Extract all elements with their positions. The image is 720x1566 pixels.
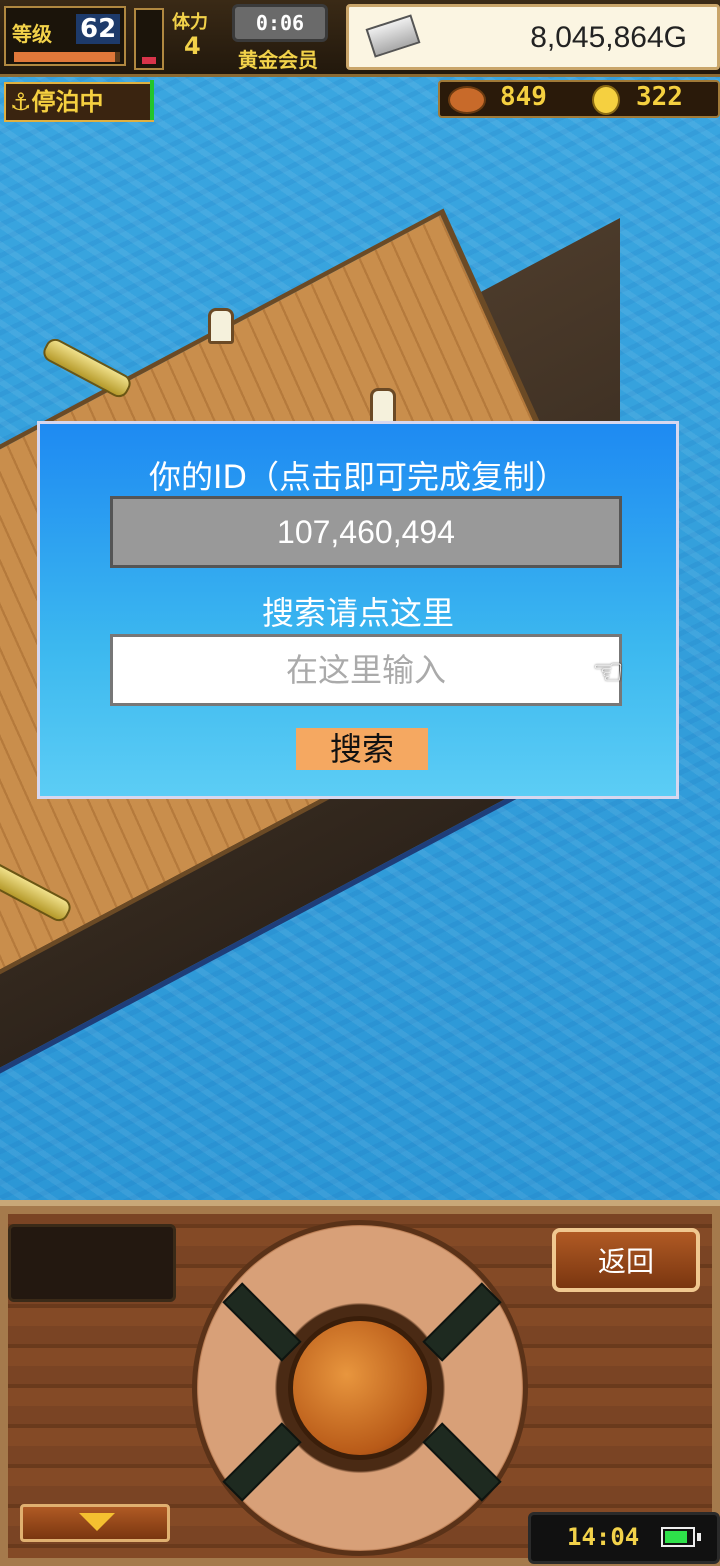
membership-label: 黄金会员	[238, 48, 318, 72]
stamina-label: 体力	[172, 12, 208, 33]
search-input[interactable]	[110, 634, 622, 706]
level-value: 62	[76, 14, 121, 44]
player-id-copy[interactable]: 107,460,494	[110, 496, 622, 568]
status-indicator	[150, 80, 154, 120]
menu-toggle-button[interactable]	[20, 1504, 170, 1542]
lamp	[370, 388, 396, 424]
level-label: 等级	[12, 22, 52, 46]
battery-tip	[697, 1533, 701, 1541]
hp-gauge	[134, 8, 164, 70]
id-search-dialog: 你的ID（点击即可完成复制） 107,460,494 搜索请点这里 ☜ 搜索	[37, 421, 679, 799]
info-screen	[8, 1224, 176, 1302]
resource1-value: 849	[500, 82, 547, 112]
hp-gauge-fill	[142, 56, 156, 64]
clock-panel: 14:04	[528, 1512, 720, 1564]
dialog-title: 你的ID（点击即可完成复制）	[148, 458, 568, 496]
gold-panel: 8,045,864G	[346, 4, 720, 70]
food-icon	[448, 86, 486, 114]
battery-fill	[665, 1531, 688, 1543]
level-progress-fill	[14, 52, 115, 62]
back-button[interactable]: 返回	[552, 1228, 700, 1292]
wheel-center-button[interactable]	[288, 1316, 432, 1460]
gold-value: 8,045,864G	[530, 21, 687, 54]
search-button[interactable]: 搜索	[296, 728, 428, 770]
resources-panel: 849 322	[438, 80, 720, 118]
stamina-value: 4	[184, 32, 201, 60]
timer: 0:06	[232, 4, 328, 42]
lamp	[208, 308, 234, 344]
gold-coin-icon	[592, 85, 620, 115]
battery-icon	[661, 1527, 695, 1547]
level-progress-bar	[14, 52, 120, 62]
clock: 14:04	[567, 1523, 640, 1551]
down-arrow-icon	[79, 1513, 115, 1531]
level-panel: 等级 62	[4, 6, 126, 66]
docked-status: ⚓停泊中	[4, 82, 154, 122]
silver-bar-icon	[365, 14, 421, 58]
resource2-value: 322	[636, 82, 683, 112]
pointing-hand-icon: ☜	[592, 652, 625, 693]
search-label: 搜索请点这里	[261, 594, 454, 632]
status-bar: 等级 62 体力 4 0:06 黄金会员 8,045,864G	[0, 0, 720, 77]
control-panel: 返回 14:04	[0, 1200, 720, 1566]
